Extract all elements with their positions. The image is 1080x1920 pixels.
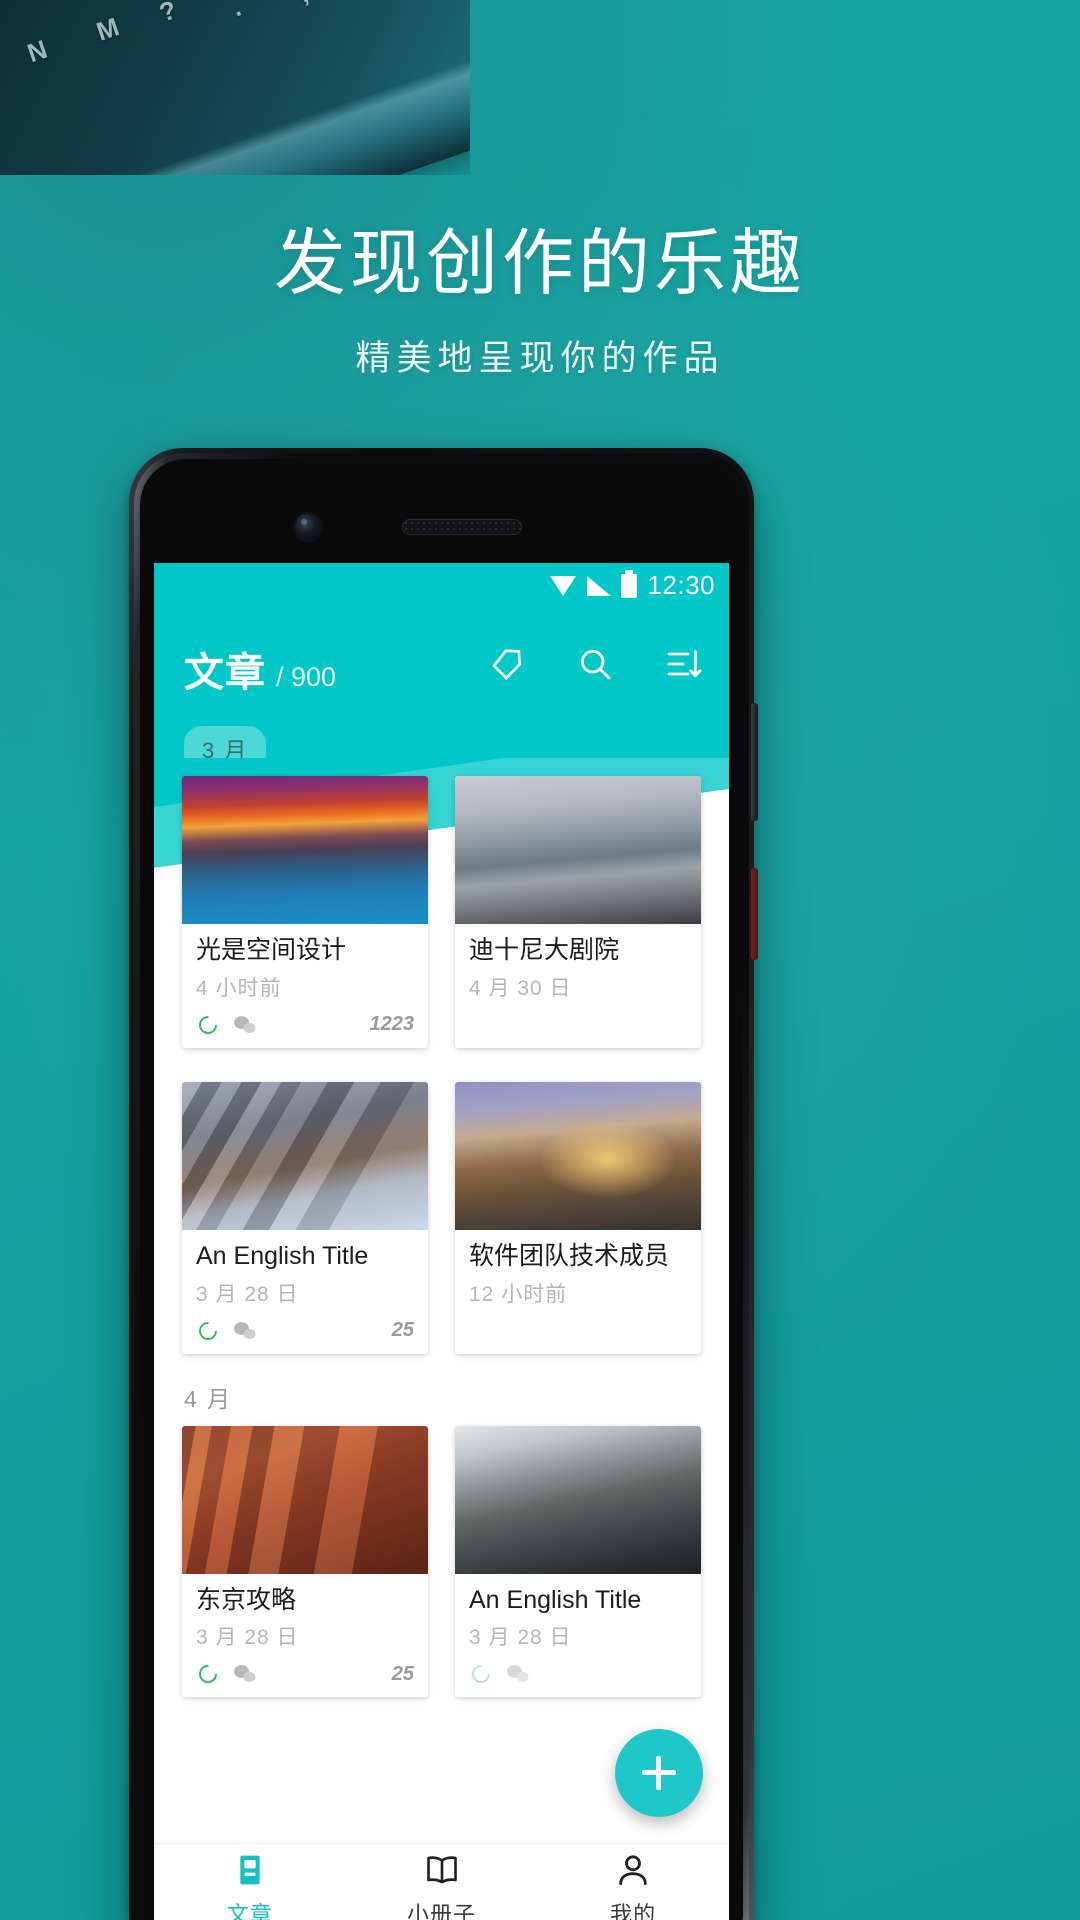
nav-item-booklets[interactable]: 小册子	[346, 1850, 538, 1920]
status-bar-clock: 12:30	[647, 570, 715, 600]
keyboard-photo: N M ? . ,	[0, 0, 470, 175]
wechat-icon	[234, 1321, 256, 1339]
phone-mockup: 12:30 文章 / 900 3 月 光是空间设计 4 小时前 1223 迪十尼…	[129, 448, 758, 1920]
article-icon	[240, 1855, 260, 1885]
article-thumbnail	[182, 776, 428, 924]
add-article-fab[interactable]	[615, 1729, 703, 1817]
sync-icon	[199, 1015, 217, 1034]
article-row: 东京攻略 3 月 28 日 25 An English Title 3 月 28…	[154, 1425, 729, 1698]
sync-icon	[199, 1321, 217, 1340]
person-icon	[619, 1855, 647, 1886]
article-card[interactable]: 软件团队技术成员 12 小时前	[455, 1081, 701, 1354]
sync-icon	[199, 1665, 217, 1684]
sync-icon	[472, 1665, 490, 1684]
power-button[interactable]	[751, 868, 758, 960]
nav-label: 我的	[610, 1902, 657, 1920]
promo-headline: 发现创作的乐趣	[273, 224, 806, 304]
article-date: 3 月 28 日	[469, 1626, 572, 1650]
article-row: An English Title 3 月 28 日 25 软件团队技术成员 12…	[154, 1081, 729, 1354]
article-view-count: 25	[391, 1662, 414, 1685]
article-card[interactable]: An English Title 3 月 28 日	[455, 1425, 701, 1698]
article-date: 3 月 28 日	[196, 1626, 299, 1650]
wechat-icon	[234, 1665, 256, 1683]
promo-subheadline: 精美地呈现你的作品	[355, 339, 725, 378]
article-thumbnail	[182, 1425, 428, 1574]
article-row: 光是空间设计 4 小时前 1223 迪十尼大剧院 4 月 30 日	[154, 776, 729, 1048]
signal-icon	[587, 575, 612, 596]
bottom-navigation: 文章 小册子 我的	[154, 1843, 729, 1920]
article-thumbnail	[455, 1081, 701, 1230]
phone-screen: 12:30 文章 / 900 3 月 光是空间设计 4 小时前 1223 迪十尼…	[154, 563, 729, 1920]
article-date: 4 月 30 日	[469, 976, 572, 1000]
battery-icon	[621, 569, 638, 598]
wechat-icon	[234, 1015, 256, 1033]
volume-button[interactable]	[751, 703, 758, 821]
article-count: / 900	[276, 662, 337, 692]
earpiece-speaker	[402, 519, 522, 535]
article-card[interactable]: 迪十尼大剧院 4 月 30 日	[455, 776, 701, 1048]
article-thumbnail	[455, 776, 701, 924]
nav-item-articles[interactable]: 文章	[154, 1850, 346, 1920]
book-icon	[426, 1856, 457, 1884]
article-card[interactable]: 光是空间设计 4 小时前 1223	[182, 776, 428, 1048]
nav-label: 小册子	[407, 1902, 477, 1920]
article-footer: 25	[196, 1661, 414, 1687]
article-footer	[469, 1661, 687, 1687]
plus-icon	[640, 1754, 678, 1792]
keyboard-edge	[0, 0, 470, 175]
month-divider: 4 月	[184, 1385, 233, 1412]
article-title: 软件团队技术成员	[469, 1241, 670, 1270]
wechat-icon	[507, 1665, 529, 1683]
app-bar-actions	[485, 642, 705, 686]
sort-icon[interactable]	[661, 642, 705, 686]
article-date: 12 小时前	[469, 1282, 568, 1306]
article-title: An English Title	[196, 1241, 369, 1270]
article-title: 东京攻略	[196, 1585, 297, 1614]
page-title-text: 文章	[184, 651, 266, 695]
search-icon[interactable]	[573, 642, 617, 686]
wifi-icon	[550, 575, 577, 596]
page-title: 文章 / 900	[184, 640, 336, 698]
phone-face: 12:30 文章 / 900 3 月 光是空间设计 4 小时前 1223 迪十尼…	[140, 459, 743, 1920]
front-camera-icon	[295, 514, 321, 540]
article-card[interactable]: 东京攻略 3 月 28 日 25	[182, 1425, 428, 1698]
article-date: 3 月 28 日	[196, 1282, 299, 1306]
article-card[interactable]: An English Title 3 月 28 日	[182, 1081, 428, 1354]
article-date: 4 小时前	[196, 976, 282, 1000]
article-thumbnail	[182, 1081, 428, 1230]
tag-icon[interactable]	[485, 642, 529, 686]
article-title: An English Title	[469, 1585, 642, 1614]
nav-item-profile[interactable]: 我的	[537, 1850, 729, 1920]
article-title: 迪十尼大剧院	[469, 936, 620, 964]
article-title: 光是空间设计	[196, 936, 347, 964]
article-footer: 25	[196, 1318, 414, 1344]
nav-label: 文章	[226, 1902, 273, 1920]
article-thumbnail	[455, 1425, 701, 1574]
article-footer: 1223	[196, 1012, 414, 1038]
status-bar: 12:30	[154, 563, 729, 608]
article-view-count: 1223	[369, 1013, 415, 1036]
app-bar: 文章 / 900 3 月	[154, 608, 729, 772]
article-view-count: 25	[391, 1319, 414, 1341]
